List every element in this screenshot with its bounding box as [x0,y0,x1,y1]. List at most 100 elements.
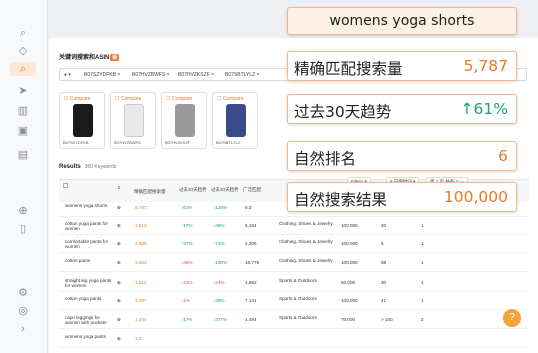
new-badge: 新 [110,54,120,61]
settings-icon[interactable]: ⚙ [16,286,30,300]
broad-volume: 5,164 [245,223,257,228]
keyword-text[interactable]: straight leg yoga pants for women [65,278,113,288]
keyword-search-icon[interactable]: ⌕ [10,62,36,76]
search-icon[interactable]: ⊕ [117,317,121,322]
us-flag-icon[interactable]: ● ▾ [64,72,71,78]
category-text: Clothing, Shoes & Jewelry [279,221,333,226]
stat-card: 精确匹配搜索量 5,787 [287,51,517,81]
product-card[interactable]: ☐ Compare B07SZYDFKB [59,92,105,149]
doc-icon[interactable]: ▤ [16,148,30,162]
column-header[interactable]: 广泛匹配 [243,187,261,192]
results-count: 100,000 [341,260,358,265]
extra-value: 1 [421,260,424,265]
broad-volume: 7,141 [245,298,257,303]
results-header: Results 360 Keywords [59,164,117,170]
stat-label: 自然搜索结果 [294,191,388,209]
stat-card: 自然排名 6 [287,141,517,171]
trend-value: ↑17% [181,223,193,228]
broad-volume: 6,3 [245,205,252,210]
trend-value: ↑126% [213,205,228,210]
results-count: 50,000 [341,280,356,285]
table-row[interactable]: comfortable pants for women ⊕ 2,589 ↑37% ↑73… [59,237,529,253]
product-card[interactable]: ☐ Compare B07HVZKSZF [161,92,207,149]
trend-value: ↑377% [213,317,228,322]
keyword-text[interactable]: cotton yoga pants [65,296,113,301]
search-icon[interactable]: ⊕ [117,280,121,285]
column-header[interactable]: 过去30天趋势 [211,187,239,192]
search-icon[interactable]: ⌕ [16,26,30,40]
search-volume: 1,387 [135,298,147,303]
keyword-text[interactable]: capri leggings for women with pockets [65,315,113,325]
asin-chip[interactable]: B07HVZBWFS × [132,72,170,78]
extra-value: 1 [421,223,424,228]
trend-value: ↑37% [181,241,193,246]
compare-link[interactable]: ☐ Compare [115,96,141,102]
stat-value: 6 [498,147,508,165]
results-count: 100,000 [341,298,358,303]
tag-icon[interactable]: ◇ [16,44,30,58]
expand-icon[interactable]: › [16,322,30,336]
category-text: Sports & Outdoors [279,296,317,301]
sort-icon[interactable]: ⇕ [117,185,121,190]
sidebar: ⌕ ◇ ⌕ ➤ ▥ ▣ ▤ ⊕ ▯ ⚙ ◎ › [0,0,48,353]
organic-rank: 30 [381,280,387,285]
search-icon[interactable]: ⊕ [117,223,121,228]
organic-rank: 41 [381,298,387,303]
asin-chip[interactable]: B07SZYDFKB × [84,72,120,78]
product-card[interactable]: ☐ Compare B07SBTLYLZ [212,92,258,149]
table-row[interactable]: cotton pants ⊕ 1,543 ↓46% ↑100% 18,779 Clothin… [59,256,529,272]
asin-chip[interactable]: B07SBTLYLZ × [225,72,260,78]
keyword-text[interactable]: cotton pants [65,258,113,263]
compare-link[interactable]: ☐ Compare [166,96,192,102]
keyword-text[interactable]: womens yoga shorts [65,203,113,208]
help-circle-icon[interactable]: ◎ [16,304,30,318]
table-row[interactable]: cotton yoga pants ⊕ 1,387 ↓1% ↑29% 7,141 Sport… [59,294,529,310]
send-icon[interactable]: ➤ [16,84,30,98]
search-icon[interactable]: ⊕ [117,260,121,265]
results-count: 100,000 [341,241,358,246]
stat-value: 100,000 [443,188,508,206]
asin-chip[interactable]: B07HVZKSZF × [178,72,214,78]
table-row[interactable]: capri leggings for women with pockets ⊕ 1,… [59,313,529,329]
product-image [73,104,93,137]
chart-icon[interactable]: ▥ [16,104,30,118]
compare-link[interactable]: ☐ Compare [217,96,243,102]
search-volume: 1,512 [135,280,147,285]
product-image [226,104,246,137]
stat-value: ↑61% [460,100,508,118]
search-icon[interactable]: ⊕ [117,298,121,303]
keyword-text[interactable]: cotton yoga pants for women [65,221,113,231]
broad-volume: 18,779 [245,260,260,265]
table-row[interactable]: straight leg yoga pants for women ⊕ 1,512 ↓… [59,276,529,292]
compare-link[interactable]: ☐ Compare [64,96,90,102]
extra-value: 1 [421,241,424,246]
trend-value: ↑73% [213,241,225,246]
select-all-checkbox[interactable] [63,183,68,188]
box-icon[interactable]: ▣ [16,124,30,138]
stat-label: 精确匹配搜索量 [294,60,403,78]
stat-card: 自然搜索结果 100,000 [287,182,517,212]
stat-value: 5,787 [463,57,508,75]
trash-icon[interactable]: ▯ [16,222,30,236]
page-title: 关键词搜索和ASIN 新 [59,54,120,61]
table-row[interactable]: cotton yoga pants for women ⊕ 3,613 ↑17% ↑46… [59,219,529,235]
keyword-text[interactable]: comfortable pants for women [65,239,113,249]
column-header[interactable]: 精确匹配搜索量 [134,189,166,194]
stat-label: 自然排名 [294,150,357,168]
question-icon[interactable]: ? [503,309,521,327]
trend-value: ↑100% [213,260,228,265]
product-asin: B07SBTLYLZ [216,140,241,145]
keyword-text[interactable]: womens yoga pants [65,334,113,339]
search-icon[interactable]: ⊕ [117,205,121,210]
search-icon[interactable]: ⊕ [117,241,121,246]
trend-value: ↓1% [181,298,190,303]
product-image [175,104,195,137]
column-header[interactable]: 过去30天趋势 [179,187,207,192]
table-row[interactable]: womens yoga pants ⊕ 1,2.. [59,332,529,348]
category-text: Sports & Outdoors [279,278,317,283]
network-icon[interactable]: ⊕ [16,204,30,218]
search-volume: 3,613 [135,223,147,228]
search-icon[interactable]: ⊕ [117,336,121,341]
product-card[interactable]: ☐ Compare B07HVZBWFS [110,92,156,149]
search-volume: 1,2.. [135,336,144,341]
